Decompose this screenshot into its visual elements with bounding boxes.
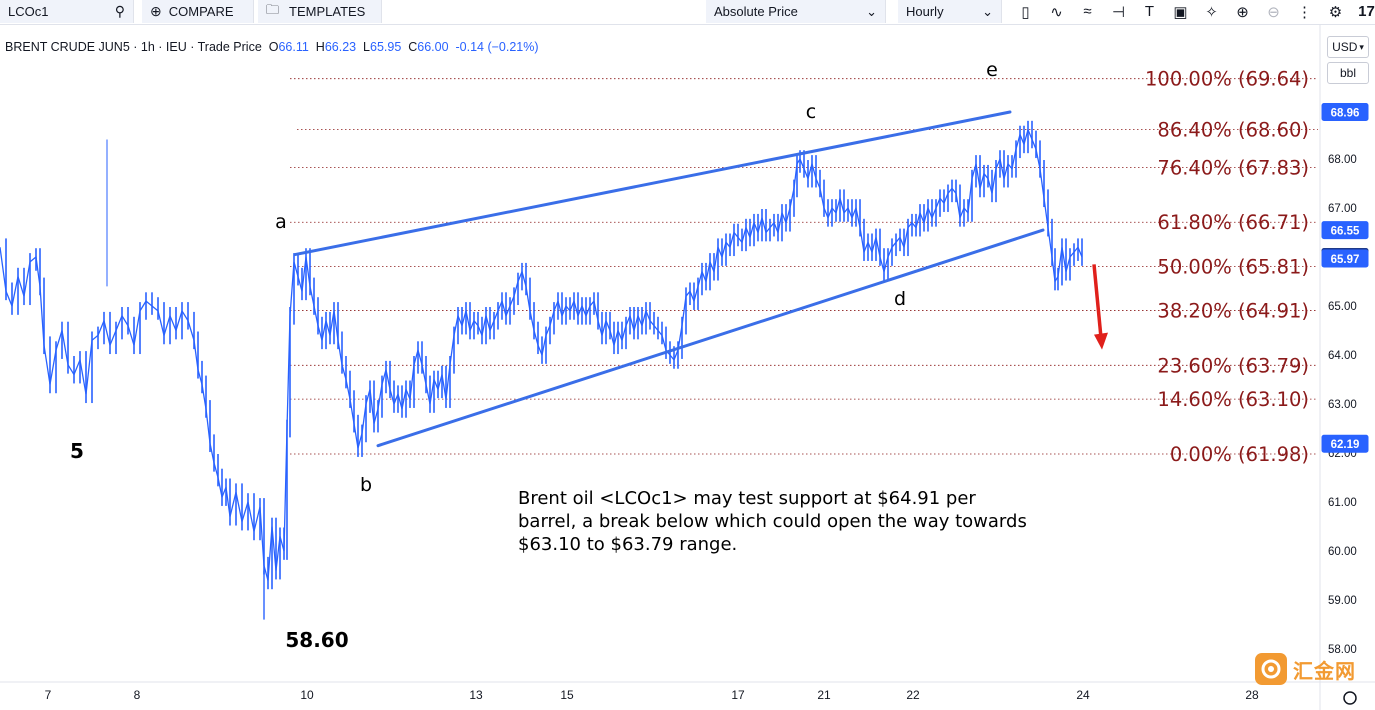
symbol-search-box[interactable]: LCOc1 ⚲: [0, 0, 134, 23]
y-tick-label: 59.00: [1328, 595, 1357, 607]
price-tag-label: 68.96: [1331, 108, 1360, 120]
folder-icon: 🗀: [266, 1, 280, 17]
wave-label: 58.60: [285, 628, 348, 652]
chevron-down-icon: ⌄: [866, 3, 877, 19]
wave-label: e: [986, 59, 998, 81]
x-tick-label: 10: [300, 688, 314, 702]
price-tag-label: 66.55: [1331, 226, 1360, 238]
x-tick-label: 13: [469, 688, 483, 702]
watermark-logo-icon: [1255, 653, 1287, 685]
tradingview-logo-icon: 17: [1358, 3, 1375, 20]
search-icon[interactable]: ⚲: [115, 3, 125, 20]
price-chart[interactable]: 58.0059.0060.0061.0062.0063.0064.0065.00…: [0, 24, 1375, 710]
templates-label: TEMPLATES: [289, 4, 366, 19]
wave-label: 5: [70, 439, 84, 463]
x-tick-label: 7: [45, 688, 52, 702]
y-tick-label: 61.00: [1328, 497, 1357, 509]
fib-level-label: 23.60% (63.79): [1157, 354, 1309, 377]
shapes-icon[interactable]: ▣: [1165, 3, 1196, 21]
text-icon[interactable]: T: [1134, 3, 1165, 20]
fib-level-label: 38.20% (64.91): [1157, 299, 1309, 322]
x-tick-label: 15: [560, 688, 574, 702]
compare-button[interactable]: ⊕ COMPARE: [142, 0, 254, 23]
x-tick-label: 21: [817, 688, 831, 702]
watermark-text: 汇金网: [1293, 660, 1356, 683]
drawing-icon[interactable]: ≈: [1072, 3, 1103, 20]
settings-icon[interactable]: ⚙: [1320, 3, 1351, 21]
price-type-select[interactable]: Absolute Price ⌄: [706, 0, 886, 23]
x-tick-label: 24: [1076, 688, 1090, 702]
pattern-icon[interactable]: ✧: [1196, 3, 1227, 21]
symbol-input[interactable]: LCOc1: [8, 4, 48, 19]
x-tick-label: 17: [731, 688, 745, 702]
chart-toolbar: LCOc1 ⚲ ⊕ COMPARE 🗀 TEMPLATES Absolute P…: [0, 0, 1375, 25]
y-tick-label: 60.00: [1328, 546, 1357, 558]
fib-level-label: 0.00% (61.98): [1170, 443, 1309, 466]
candles-icon[interactable]: ▯: [1010, 3, 1041, 21]
forecast-arrow: [1092, 264, 1103, 338]
crosshair-icon[interactable]: ⊣: [1103, 3, 1134, 21]
add-circle-icon: ⊕: [150, 3, 162, 19]
price-tag-label: 65.97: [1331, 254, 1360, 266]
indicators-icon[interactable]: ∿: [1041, 3, 1072, 21]
x-tick-label: 28: [1245, 688, 1259, 702]
trendline-upper: [293, 110, 1012, 257]
interval-value: Hourly: [906, 4, 944, 19]
forecast-arrow-head: [1094, 332, 1108, 350]
price-tag-label: 62.19: [1331, 439, 1360, 451]
axis-settings-icon: [1343, 691, 1357, 705]
wave-label: b: [360, 474, 372, 496]
y-tick-label: 68.00: [1328, 154, 1357, 166]
fib-level-label: 100.00% (69.64): [1145, 68, 1309, 91]
fib-level-label: 14.60% (63.10): [1157, 388, 1309, 411]
fib-level-label: 76.40% (67.83): [1157, 156, 1309, 179]
watermark: 汇金网: [1255, 653, 1356, 685]
zoom-in-icon[interactable]: ⊕: [1227, 3, 1258, 21]
more-icon[interactable]: ⋮: [1289, 3, 1320, 21]
fib-level-label: 61.80% (66.71): [1157, 211, 1309, 234]
y-tick-label: 64.00: [1328, 350, 1357, 362]
compare-label: COMPARE: [168, 4, 234, 19]
wave-label: d: [894, 288, 906, 310]
interval-select[interactable]: Hourly ⌄: [898, 0, 1002, 23]
zoom-out-icon[interactable]: ⊖: [1258, 3, 1289, 21]
y-tick-label: 63.00: [1328, 399, 1357, 411]
y-tick-label: 67.00: [1328, 203, 1357, 215]
wave-label: c: [806, 101, 816, 123]
templates-button[interactable]: 🗀 TEMPLATES: [258, 0, 382, 23]
wave-label: a: [275, 211, 287, 233]
chevron-down-icon: ⌄: [982, 3, 993, 19]
fib-level-label: 50.00% (65.81): [1157, 255, 1309, 278]
x-tick-label: 22: [906, 688, 920, 702]
x-tick-label: 8: [134, 688, 141, 702]
price-type-value: Absolute Price: [714, 4, 798, 19]
y-tick-label: 65.00: [1328, 301, 1357, 313]
tool-icons: ▯ ∿ ≈ ⊣ T ▣ ✧ ⊕ ⊖ ⋮ ⚙ 17: [1010, 0, 1375, 23]
fib-level-label: 86.40% (68.60): [1157, 119, 1309, 142]
analysis-annotation: Brent oil <LCOc1> may test support at $6…: [518, 488, 1027, 555]
